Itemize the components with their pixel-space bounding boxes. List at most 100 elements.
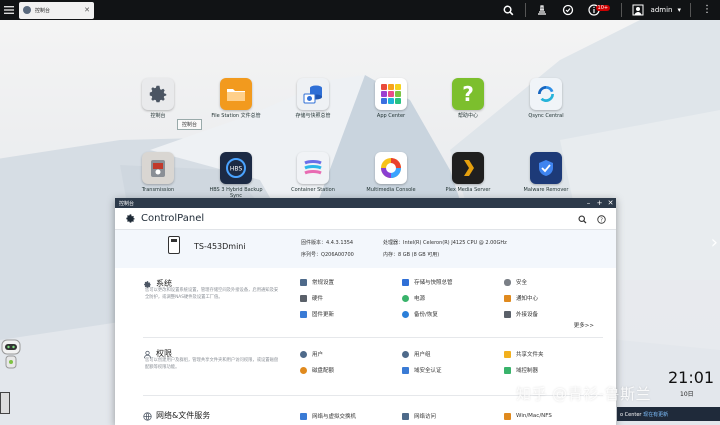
memory-info: 内存：8 GB (8 GB 可用) xyxy=(383,251,439,258)
item-users[interactable]: 用户 xyxy=(300,350,402,358)
section-title[interactable]: 网络&文件服务 xyxy=(156,410,210,421)
section-network: 网络&文件服务 网络与虚拟交换机 网络访问 Win/Mac/NFS xyxy=(115,402,616,425)
item-label: 常规设置 xyxy=(312,280,335,286)
item-label: 存储与快照总管 xyxy=(414,280,453,286)
close-icon[interactable]: ✕ xyxy=(605,198,616,208)
app-label: Multimedia Console xyxy=(366,187,416,193)
item-label: Win/Mac/NFS xyxy=(516,413,552,419)
app-label: 存储与快照总管 xyxy=(295,113,331,119)
app-label: File Station 文件总管 xyxy=(211,113,261,119)
divider xyxy=(620,3,622,17)
folder-icon xyxy=(504,350,511,358)
app-control-panel[interactable]: 控制台 xyxy=(128,78,188,119)
watermark-text: 知乎 @青衫-鲁斯兰 xyxy=(516,385,652,403)
app-label: App Center xyxy=(376,113,406,119)
app-transmission[interactable]: Transmission xyxy=(128,152,188,193)
serial-value: Q206A00700 xyxy=(321,252,354,258)
firmware-icon xyxy=(300,310,307,318)
item-label: 域控制器 xyxy=(516,368,539,374)
robot-assistant-icon[interactable] xyxy=(0,338,22,382)
more-link[interactable]: 更多>> xyxy=(574,321,594,329)
item-label: 网络与虚拟交换机 xyxy=(312,414,357,420)
item-storage-snapshots[interactable]: 存储与快照总管 xyxy=(402,278,504,286)
app-malware-remover[interactable]: Malware Remover xyxy=(516,152,576,193)
item-win-mac-nfs[interactable]: Win/Mac/NFS xyxy=(504,412,600,420)
notification-toast[interactable]: o Center 现在有更新 xyxy=(617,407,720,421)
section-description: 您可以创建用户及群组，管理共享文件夹和用户访问权限，或设置磁盘配额等权限功能。 xyxy=(145,358,279,370)
maximize-icon[interactable]: + xyxy=(594,198,605,208)
item-label: 安全 xyxy=(516,280,528,286)
item-domain-security[interactable]: 域安全认证 xyxy=(402,366,504,374)
item-notification-center[interactable]: 通知中心 xyxy=(504,294,600,302)
item-label: 用户组 xyxy=(414,352,431,358)
more-options-icon[interactable]: ⋮ xyxy=(699,2,715,18)
chevron-right-icon[interactable]: › xyxy=(711,232,718,253)
app-storage-snapshots[interactable]: 存储与快照总管 xyxy=(283,78,343,119)
search-icon[interactable] xyxy=(501,2,517,18)
window-title: 控制台 xyxy=(119,200,135,207)
menu-icon[interactable] xyxy=(1,2,17,18)
item-general-settings[interactable]: 常规设置 xyxy=(300,278,402,286)
background-tasks-icon[interactable] xyxy=(534,2,550,18)
document-icon[interactable] xyxy=(0,392,10,414)
toast-link[interactable]: 现在有更新 xyxy=(643,412,668,418)
item-quota[interactable]: 磁盘配额 xyxy=(300,366,402,374)
app-container-station[interactable]: Container Station xyxy=(283,152,343,193)
control-panel-header: ControlPanel ? xyxy=(115,208,616,230)
app-hbs3[interactable]: HBS HBS 3 Hybrid Backup Sync xyxy=(206,152,266,199)
item-external-device[interactable]: 外接设备 xyxy=(504,310,600,318)
user-menu[interactable]: admin ▾ xyxy=(651,6,681,14)
notification-badge: 10+ xyxy=(595,5,611,11)
shield-icon xyxy=(530,152,562,184)
item-label: 外接设备 xyxy=(516,312,539,318)
window-titlebar[interactable]: 控制台 – + ✕ xyxy=(115,198,616,208)
item-label: 用户 xyxy=(312,352,324,358)
info-icon[interactable]: 10+ xyxy=(586,2,611,18)
network-icon xyxy=(300,412,307,420)
help-icon[interactable]: ? xyxy=(597,209,606,228)
app-label: Malware Remover xyxy=(523,187,569,193)
taskbar-tab-control-panel[interactable]: 控制台 ✕ xyxy=(19,1,94,19)
item-label: 硬件 xyxy=(312,296,324,302)
app-plex[interactable]: Plex Media Server xyxy=(438,152,498,193)
backup-icon xyxy=(402,310,409,318)
plex-icon xyxy=(452,152,484,184)
svg-text:HBS: HBS xyxy=(230,166,243,173)
item-backup-restore[interactable]: 备份/恢复 xyxy=(402,310,504,318)
refresh-icon[interactable] xyxy=(560,2,576,18)
quota-icon xyxy=(300,366,307,374)
item-network-virtual-switch[interactable]: 网络与虚拟交换机 xyxy=(300,412,402,420)
app-qsync-central[interactable]: Qsync Central xyxy=(516,78,576,119)
item-security[interactable]: 安全 xyxy=(504,278,600,286)
item-hardware[interactable]: 硬件 xyxy=(300,294,402,302)
app-file-station[interactable]: File Station 文件总管 xyxy=(206,78,266,119)
item-firmware-update[interactable]: 固件更新 xyxy=(300,310,402,318)
app-label: Qsync Central xyxy=(528,113,564,119)
gear-icon xyxy=(142,78,174,110)
domain-icon xyxy=(402,366,409,374)
app-help-center[interactable]: ? 帮助中心 xyxy=(438,78,498,119)
globe-icon xyxy=(143,406,152,425)
app-multimedia-console[interactable]: Multimedia Console xyxy=(361,152,421,193)
firmware-label: 固件版本： xyxy=(301,240,327,246)
control-panel-title: ControlPanel xyxy=(141,213,578,224)
sync-icon xyxy=(530,78,562,110)
item-label: 域安全认证 xyxy=(414,368,442,374)
clock-date: 10日 xyxy=(680,391,694,398)
user-icon[interactable] xyxy=(630,2,646,18)
app-label: 帮助中心 xyxy=(457,113,478,119)
item-domain-controller[interactable]: 域控制器 xyxy=(504,366,600,374)
item-label: 共享文件夹 xyxy=(516,352,544,358)
minimize-icon[interactable]: – xyxy=(583,198,594,208)
item-network-access[interactable]: 网络访问 xyxy=(402,412,504,420)
item-power[interactable]: 电源 xyxy=(402,294,504,302)
close-icon[interactable]: ✕ xyxy=(84,6,90,14)
item-user-groups[interactable]: 用户组 xyxy=(402,350,504,358)
brand-part-1: Control xyxy=(141,213,178,224)
svg-text:?: ? xyxy=(600,217,603,223)
lock-icon xyxy=(504,278,511,286)
item-shared-folders[interactable]: 共享文件夹 xyxy=(504,350,600,358)
search-icon[interactable] xyxy=(578,209,587,228)
section-items: 网络与虚拟交换机 网络访问 Win/Mac/NFS xyxy=(300,412,600,420)
app-app-center[interactable]: App Center xyxy=(361,78,421,119)
